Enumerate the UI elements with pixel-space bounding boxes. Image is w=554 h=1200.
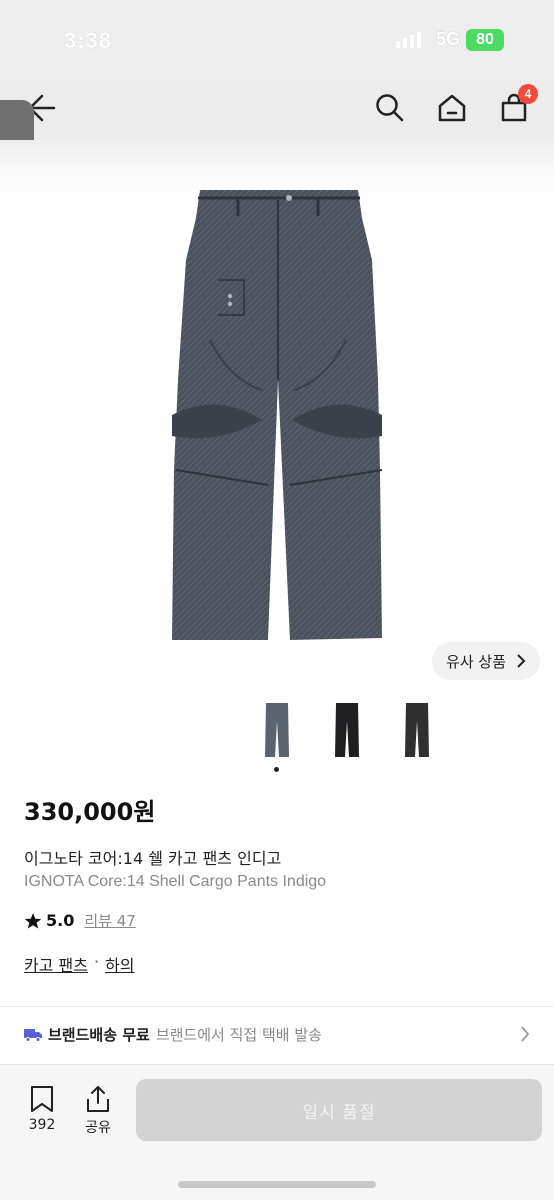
share-icon [87, 1086, 109, 1112]
thumbnail-black[interactable] [326, 700, 368, 760]
chevron-right-icon [517, 654, 526, 668]
home-indicator [178, 1181, 376, 1188]
section-divider [0, 1006, 554, 1007]
search-icon[interactable] [370, 88, 410, 128]
product-image[interactable] [0, 140, 554, 690]
shipping-info-row[interactable]: 브랜드배송 무료 브랜드에서 직접 택배 발송 [24, 1024, 534, 1045]
thumbnail-indigo[interactable] [256, 700, 298, 760]
product-name-english: IGNOTA Core:14 Shell Cargo Pants Indigo [24, 873, 327, 890]
bookmark-icon [31, 1086, 53, 1112]
delivery-truck-icon [24, 1028, 42, 1042]
color-thumbnails [256, 700, 438, 760]
product-price: 330,000원 [24, 798, 156, 826]
like-button[interactable]: 392 [22, 1085, 62, 1133]
chevron-right-icon [521, 1026, 530, 1042]
top-navigation: 4 [0, 80, 554, 140]
cart-button[interactable]: 4 [494, 84, 538, 128]
carousel-indicator [274, 767, 279, 772]
category-separator: · [93, 952, 100, 971]
review-count-link[interactable]: 리뷰 47 [84, 910, 135, 931]
star-icon [24, 912, 42, 928]
similar-products-button[interactable]: 유사 상품 [432, 642, 540, 680]
battery-icon: 80 [466, 29, 504, 51]
share-label: 공유 [85, 1120, 111, 1136]
shipping-detail: 브랜드에서 직접 택배 발송 [155, 1026, 322, 1044]
shipping-free-label: 브랜드배송 무료 [48, 1026, 150, 1044]
signal-icon [396, 32, 421, 48]
soldout-button[interactable]: 일시 품절 [136, 1079, 542, 1141]
cart-count-badge: 4 [518, 84, 538, 104]
like-count: 392 [28, 1117, 56, 1133]
status-bar: 3:38 5G 80 [0, 0, 554, 80]
category-breadcrumb: 카고 팬츠 · 하의 [24, 952, 135, 976]
share-button[interactable]: 공유 [78, 1085, 118, 1137]
similar-products-label: 유사 상품 [446, 652, 506, 671]
network-label: 5G [436, 29, 461, 49]
product-rating: 5.0 리뷰 47 [24, 910, 136, 931]
category-link-bottoms[interactable]: 하의 [105, 952, 134, 976]
cargo-pants-illustration [172, 190, 383, 640]
status-time: 3:38 [64, 28, 113, 53]
rating-value: 5.0 [46, 911, 75, 930]
home-icon[interactable] [432, 88, 472, 128]
bottom-action-bar: 392 공유 일시 품절 [0, 1064, 554, 1200]
product-name-korean: 이그노타 코어:14 쉘 카고 팬츠 인디고 [24, 849, 282, 868]
category-link-cargo-pants[interactable]: 카고 팬츠 [24, 952, 88, 976]
thumbnail-charcoal[interactable] [396, 700, 438, 760]
